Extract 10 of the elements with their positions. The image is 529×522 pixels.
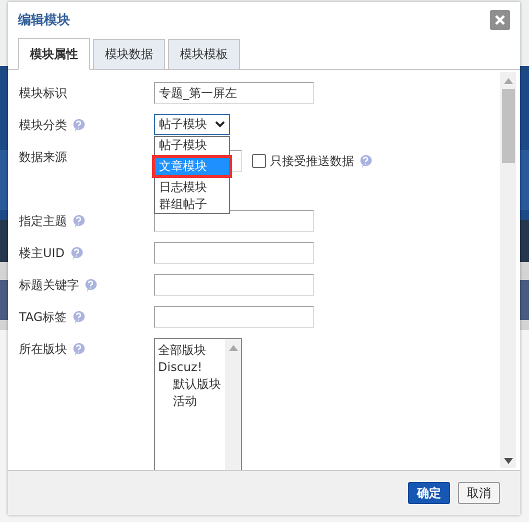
field-label: 数据来源 [19, 148, 67, 166]
field-label: 标题关键字 [19, 276, 79, 294]
checkbox-label: 只接受推送数据 [270, 152, 354, 170]
field-label: 模块分类 [19, 116, 67, 134]
field-label: TAG标签 [19, 308, 67, 326]
dialog-title: 编辑模块 [18, 12, 70, 29]
field-label: 模块标识 [19, 84, 67, 102]
field-label: 楼主UID [19, 244, 65, 262]
field-label: 指定主题 [19, 212, 67, 230]
field-label: 所在版块 [19, 340, 67, 358]
